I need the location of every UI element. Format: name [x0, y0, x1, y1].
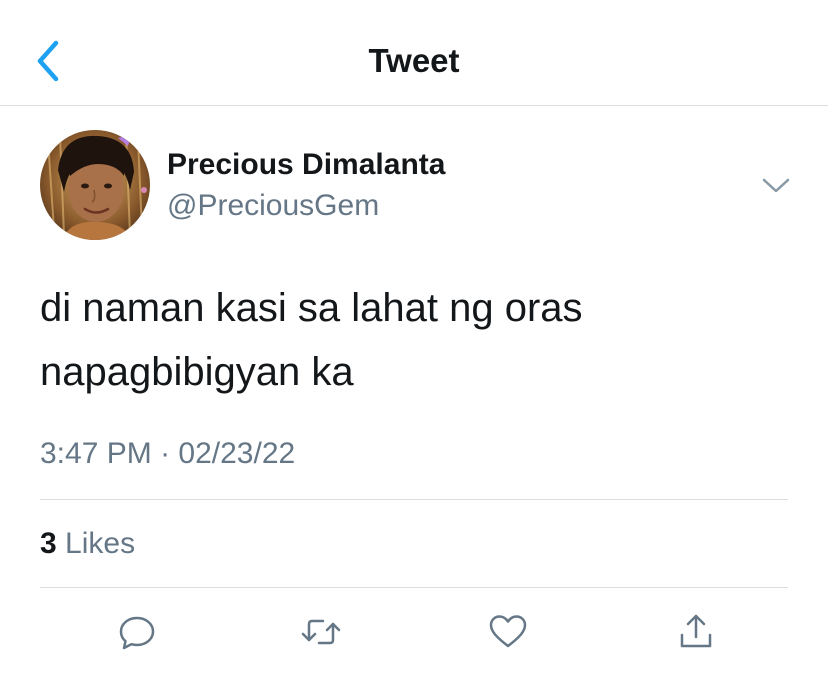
profile-photo: [40, 130, 150, 240]
reply-icon: [119, 616, 155, 650]
page-title: Tweet: [368, 42, 460, 79]
top-bar: Tweet: [0, 0, 828, 106]
avatar[interactable]: [40, 130, 150, 240]
tweet-text: di naman kasi sa lahat ng oras napagbibi…: [40, 286, 583, 394]
divider: [40, 587, 788, 588]
tweet-date: 02/23/22: [178, 437, 296, 470]
more-options-button[interactable]: [758, 170, 794, 200]
heart-icon: [489, 615, 527, 648]
reply-button[interactable]: [115, 610, 159, 654]
divider: [40, 499, 788, 500]
retweet-button[interactable]: [299, 610, 343, 654]
share-icon: [680, 614, 712, 648]
author-handle[interactable]: @PreciousGem: [167, 189, 379, 223]
tweet-time: 3:47 PM: [40, 437, 152, 470]
tweet-timestamp: 3:47 PM · 02/23/22: [40, 437, 295, 471]
like-button[interactable]: [486, 610, 530, 654]
author-name[interactable]: Precious Dimalanta: [167, 148, 445, 182]
retweet-icon: [301, 619, 341, 645]
meta-separator: ·: [160, 437, 171, 470]
share-button[interactable]: [674, 610, 718, 654]
chevron-down-icon: [762, 178, 790, 193]
likes-count: 3: [40, 527, 57, 560]
likes-summary[interactable]: 3 Likes: [40, 527, 135, 561]
likes-label: Likes: [65, 527, 136, 560]
